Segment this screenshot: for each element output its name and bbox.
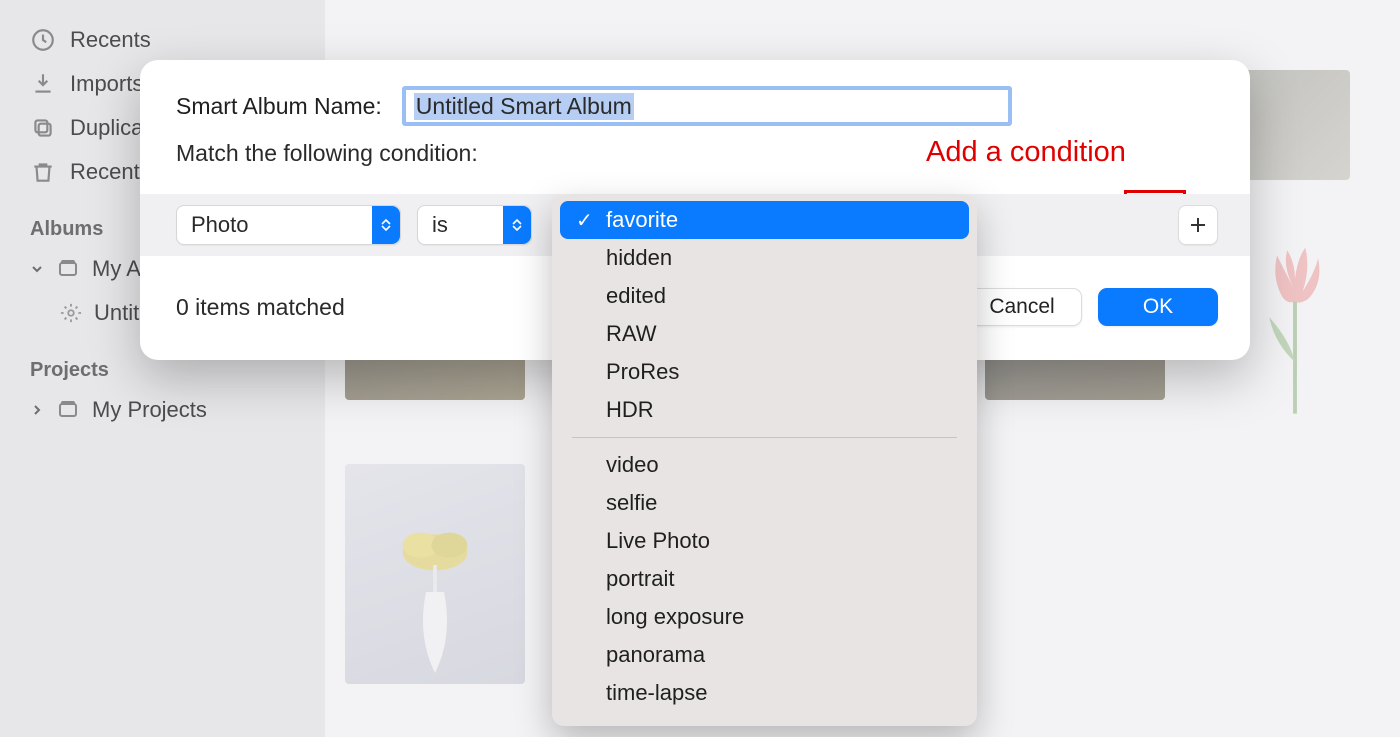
stepper-icon xyxy=(372,206,400,244)
cancel-button[interactable]: Cancel xyxy=(962,288,1082,326)
ok-button[interactable]: OK xyxy=(1098,288,1218,326)
dropdown-item-raw[interactable]: RAW xyxy=(552,315,977,353)
sidebar-item-my-projects[interactable]: My Projects xyxy=(30,388,311,432)
sidebar-item-label: Recents xyxy=(70,27,151,53)
name-label: Smart Album Name: xyxy=(176,93,382,120)
condition-operator-select[interactable]: is xyxy=(417,205,532,245)
match-label: Match the following condition: xyxy=(176,140,478,166)
duplicate-icon xyxy=(30,115,56,141)
dropdown-item-edited[interactable]: edited xyxy=(552,277,977,315)
dropdown-item-label: edited xyxy=(606,283,666,309)
sidebar-item-label: My Projects xyxy=(92,397,207,423)
sidebar-item-label: Imports xyxy=(70,71,143,97)
stepper-icon xyxy=(503,206,531,244)
button-label: OK xyxy=(1143,295,1173,319)
smart-album-name-input[interactable]: Untitled Smart Album xyxy=(402,86,1012,126)
button-label: Cancel xyxy=(989,295,1054,319)
sidebar-item-recents[interactable]: Recents xyxy=(30,18,311,62)
chevron-right-icon xyxy=(30,403,44,417)
plus-icon xyxy=(1189,216,1207,234)
dropdown-item-label: Live Photo xyxy=(606,528,710,554)
dropdown-item-hidden[interactable]: hidden xyxy=(552,239,977,277)
dropdown-item-label: RAW xyxy=(606,321,657,347)
dropdown-item-label: time-lapse xyxy=(606,680,707,706)
dropdown-item-label: portrait xyxy=(606,566,674,592)
app-root: Recents Imports Duplicates Recently Dele… xyxy=(0,0,1400,737)
annotation-text: Add a condition xyxy=(926,136,1126,169)
dropdown-item-selfie[interactable]: selfie xyxy=(552,484,977,522)
dropdown-item-label: favorite xyxy=(606,207,678,233)
dropdown-item-live-photo[interactable]: Live Photo xyxy=(552,522,977,560)
dropdown-item-portrait[interactable]: portrait xyxy=(552,560,977,598)
dropdown-item-prores[interactable]: ProRes xyxy=(552,353,977,391)
dropdown-item-time-lapse[interactable]: time-lapse xyxy=(552,674,977,712)
add-condition-button[interactable] xyxy=(1178,205,1218,245)
dropdown-item-hdr[interactable]: HDR xyxy=(552,391,977,429)
gear-icon xyxy=(60,302,82,324)
album-icon xyxy=(56,398,80,422)
clock-icon xyxy=(30,27,56,53)
dropdown-item-label: panorama xyxy=(606,642,705,668)
dropdown-item-long-exposure[interactable]: long exposure xyxy=(552,598,977,636)
dropdown-item-label: ProRes xyxy=(606,359,679,385)
trash-icon xyxy=(30,159,56,185)
dropdown-item-favorite[interactable]: favorite xyxy=(560,201,969,239)
dropdown-item-label: HDR xyxy=(606,397,654,423)
dropdown-item-video[interactable]: video xyxy=(552,446,977,484)
dropdown-item-label: selfie xyxy=(606,490,657,516)
dropdown-divider xyxy=(572,437,957,438)
select-value: Photo xyxy=(191,212,249,238)
match-count-label: 0 items matched xyxy=(176,294,345,321)
dropdown-item-label: long exposure xyxy=(606,604,744,630)
import-icon xyxy=(30,71,56,97)
name-input-value: Untitled Smart Album xyxy=(414,93,634,120)
dropdown-item-panorama[interactable]: panorama xyxy=(552,636,977,674)
dropdown-item-label: hidden xyxy=(606,245,672,271)
select-value: is xyxy=(432,212,448,238)
sidebar-section-projects: Projects xyxy=(30,359,311,382)
condition-field-select[interactable]: Photo xyxy=(176,205,401,245)
dropdown-item-label: video xyxy=(606,452,659,478)
condition-value-dropdown: favorite hidden edited RAW ProRes HDR vi… xyxy=(552,195,977,726)
album-icon xyxy=(56,257,80,281)
chevron-down-icon xyxy=(30,262,44,276)
